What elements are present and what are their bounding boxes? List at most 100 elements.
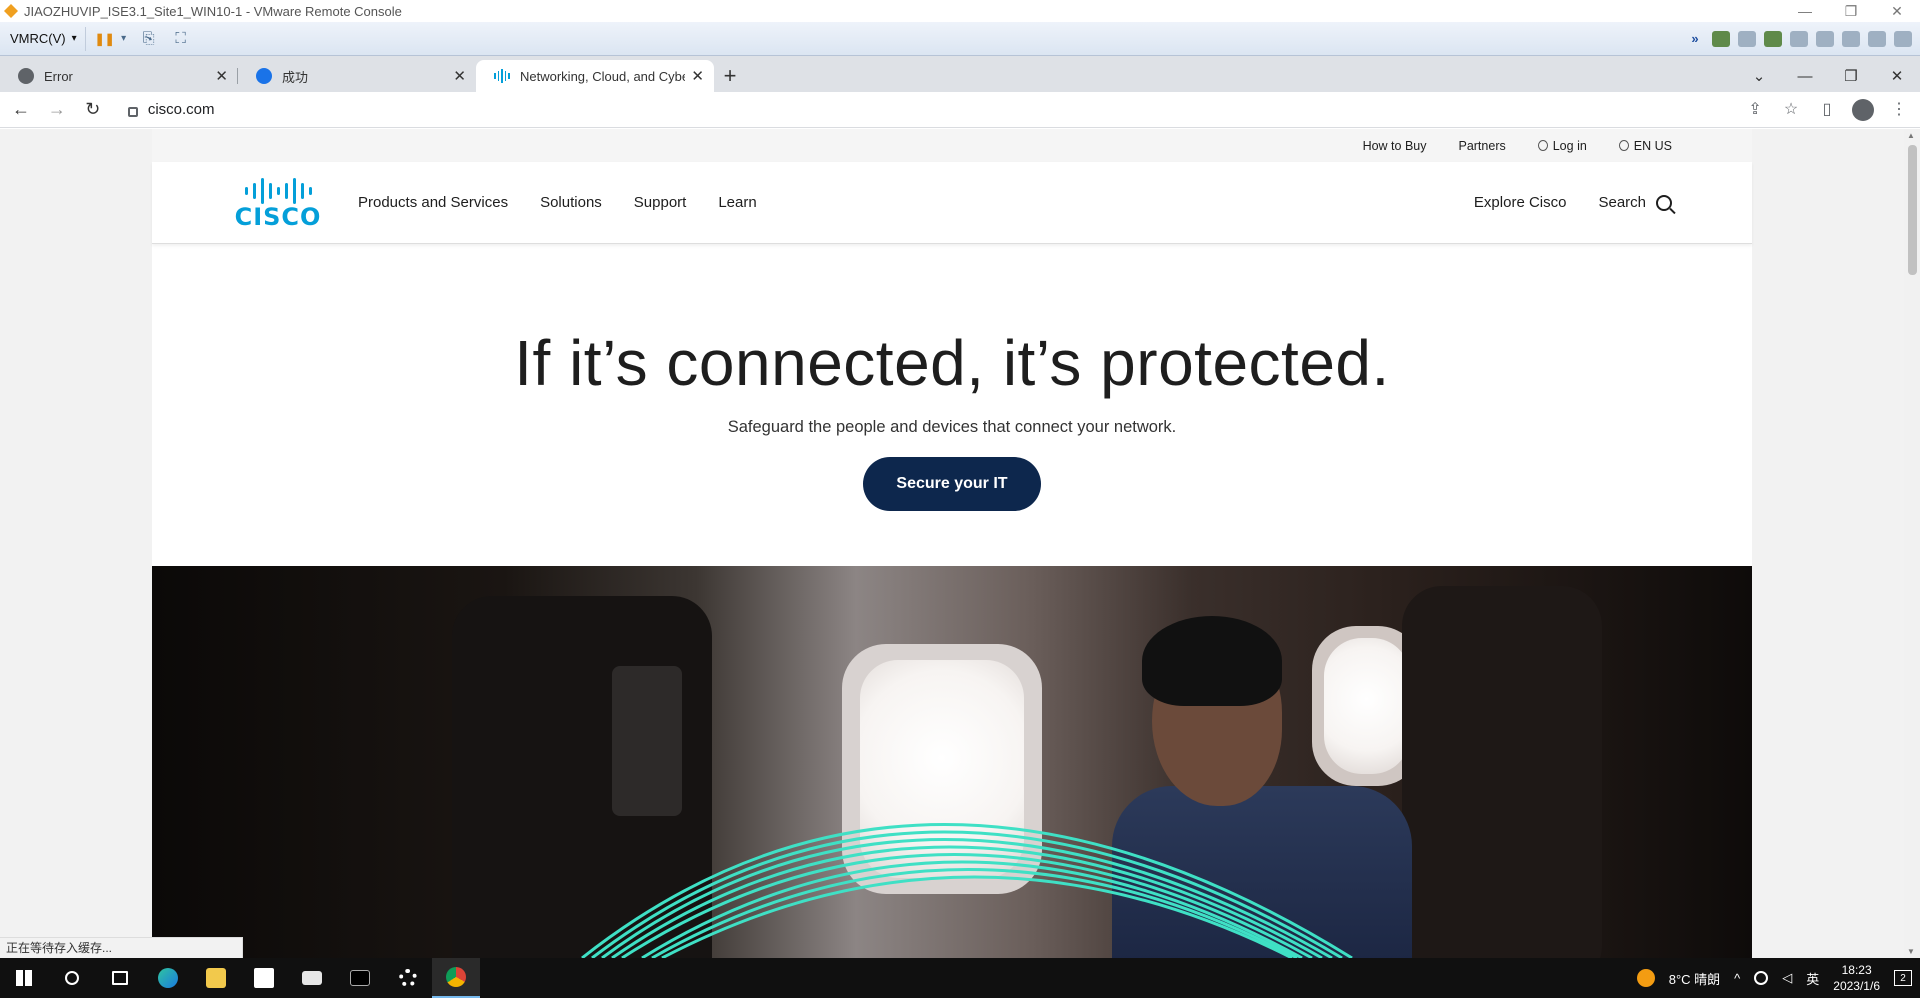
address-bar[interactable]: cisco.com xyxy=(117,95,1745,124)
chevron-down-icon: ▾ xyxy=(71,33,77,44)
task-view-icon xyxy=(112,971,128,985)
globe-icon xyxy=(256,68,272,84)
tab-error[interactable]: Error ✕ xyxy=(0,60,238,92)
search-button[interactable] xyxy=(48,958,96,998)
vmrc-menu-label: VMRC(V) xyxy=(10,31,66,46)
browser-window-controls: ⌄ — ❐ ✕ xyxy=(1736,60,1920,92)
window-minimize-button[interactable]: — xyxy=(1782,3,1828,20)
nav-learn[interactable]: Learn xyxy=(718,194,756,211)
close-icon[interactable]: ✕ xyxy=(215,67,228,85)
notification-center-icon[interactable]: 2 xyxy=(1894,970,1912,986)
taskbar-store[interactable] xyxy=(240,958,288,998)
tab-label: Error xyxy=(44,68,73,84)
hero-subheadline: Safeguard the people and devices that co… xyxy=(727,418,1177,436)
nav-products-and-services[interactable]: Products and Services xyxy=(358,194,508,211)
globe-icon xyxy=(1618,140,1629,151)
browser-restore-button[interactable]: ❐ xyxy=(1828,67,1874,85)
locale-selector[interactable]: EN US xyxy=(1618,138,1672,153)
cisco-page: How to Buy Partners Log in EN US CISCO P… xyxy=(152,129,1752,958)
taskbar-file-explorer[interactable] xyxy=(192,958,240,998)
taskbar-settings[interactable] xyxy=(384,958,432,998)
ime-indicator[interactable]: 英 xyxy=(1806,969,1819,988)
tray-overflow-icon[interactable]: ^ xyxy=(1734,971,1740,986)
window-restore-button[interactable]: ❐ xyxy=(1828,3,1874,20)
nav-support[interactable]: Support xyxy=(634,194,687,211)
teal-arc-graphic xyxy=(581,823,1353,958)
window-controls: — ❐ ✕ xyxy=(1782,3,1920,20)
forward-button[interactable]: → xyxy=(42,99,72,120)
network-adapter-icon-2[interactable] xyxy=(1764,30,1782,47)
browser-toolbar: ← → ↻ cisco.com ⇪ ☆ ▯ ⋮ xyxy=(0,92,1920,128)
network-adapter-icon[interactable] xyxy=(1738,30,1756,47)
taskbar-chrome[interactable] xyxy=(432,958,480,998)
weather-text[interactable]: 8°C 晴朗 xyxy=(1669,969,1720,988)
hero-section: If it’s connected, it’s protected. Safeg… xyxy=(152,244,1752,566)
reload-button[interactable]: ↻ xyxy=(78,99,108,120)
primary-nav-links: Products and Services Solutions Support … xyxy=(358,194,757,211)
side-panel-icon[interactable]: ▯ xyxy=(1816,99,1838,121)
nav-solutions[interactable]: Solutions xyxy=(540,194,602,211)
terminal-icon xyxy=(350,970,370,986)
pause-button[interactable]: ❚❚ xyxy=(92,28,118,50)
windows-taskbar: 8°C 晴朗 ^ ◁ 英 18:23 2023/1/6 2 xyxy=(0,958,1920,998)
scroll-thumb[interactable] xyxy=(1908,145,1917,275)
taskbar-terminal[interactable] xyxy=(336,958,384,998)
tab-label: 成功 xyxy=(282,69,309,85)
share-icon[interactable]: ⇪ xyxy=(1744,99,1766,121)
tab-cisco[interactable]: Networking, Cloud, and Cyber ✕ xyxy=(476,60,714,92)
send-ctrl-alt-del-button[interactable]: ⎘ xyxy=(136,28,162,50)
message-icon[interactable] xyxy=(1894,30,1912,47)
system-tray: 8°C 晴朗 ^ ◁ 英 18:23 2023/1/6 2 xyxy=(1636,962,1920,994)
taskbar-edge[interactable] xyxy=(144,958,192,998)
hero-headline: If it’s connected, it’s protected. xyxy=(514,327,1390,399)
usb-icon[interactable] xyxy=(1816,30,1834,47)
browser-status-bubble: 正在等待存入缓存... xyxy=(0,937,244,958)
taskbar-mail[interactable] xyxy=(288,958,336,998)
scroll-up-icon[interactable]: ▲ xyxy=(1907,131,1915,140)
scroll-down-icon[interactable]: ▼ xyxy=(1907,947,1915,956)
bookmark-star-icon[interactable]: ☆ xyxy=(1780,99,1802,121)
partners-link[interactable]: Partners xyxy=(1458,139,1505,153)
double-chevron-icon[interactable]: » xyxy=(1686,31,1704,47)
close-icon[interactable]: ✕ xyxy=(453,67,466,85)
menu-kebab-icon[interactable]: ⋮ xyxy=(1888,99,1910,121)
search-icon xyxy=(1656,194,1672,211)
vmrc-menu-button[interactable]: VMRC(V) ▾ xyxy=(0,26,86,51)
sound-icon[interactable] xyxy=(1790,30,1808,47)
close-icon[interactable]: ✕ xyxy=(691,67,704,85)
network-icon[interactable] xyxy=(1754,971,1769,985)
how-to-buy-link[interactable]: How to Buy xyxy=(1363,139,1427,153)
gear-icon xyxy=(399,969,417,987)
fullscreen-button[interactable]: ⛶ xyxy=(168,28,194,50)
explore-cisco-link[interactable]: Explore Cisco xyxy=(1474,194,1567,211)
page-scrollbar[interactable]: ▲ ▼ xyxy=(1904,129,1920,958)
clock-date: 2023/1/6 xyxy=(1833,979,1880,993)
search-button[interactable]: Search xyxy=(1598,194,1672,211)
back-button[interactable]: ← xyxy=(6,99,36,120)
locale-label: EN US xyxy=(1633,138,1672,153)
volume-icon[interactable]: ◁ xyxy=(1782,970,1792,986)
bluetooth-icon[interactable] xyxy=(1842,30,1860,47)
tab-success[interactable]: 成功 ✕ xyxy=(238,60,476,92)
url-text[interactable]: cisco.com xyxy=(148,101,215,118)
clock[interactable]: 18:23 2023/1/6 xyxy=(1833,962,1880,994)
secure-your-it-button[interactable]: Secure your IT xyxy=(863,457,1041,511)
browser-close-button[interactable]: ✕ xyxy=(1874,67,1920,85)
cisco-logo[interactable]: CISCO xyxy=(230,177,326,229)
profile-avatar[interactable] xyxy=(1852,98,1875,121)
new-tab-button[interactable]: + xyxy=(714,60,746,92)
browser-viewport: How to Buy Partners Log in EN US CISCO P… xyxy=(0,129,1920,958)
lock-icon[interactable] xyxy=(127,106,138,117)
hard-disk-icon[interactable] xyxy=(1712,30,1730,47)
window-close-button[interactable]: ✕ xyxy=(1874,3,1920,20)
mail-icon xyxy=(302,971,322,985)
webcam-icon[interactable] xyxy=(1868,30,1886,47)
nav-right: Explore Cisco Search xyxy=(1474,194,1672,211)
browser-minimize-button[interactable]: — xyxy=(1782,68,1828,85)
login-link[interactable]: Log in xyxy=(1537,139,1587,153)
tab-search-button[interactable]: ⌄ xyxy=(1736,67,1782,85)
start-button[interactable] xyxy=(0,958,48,998)
task-view-button[interactable] xyxy=(96,958,144,998)
weather-icon[interactable] xyxy=(1636,969,1655,987)
pause-dropdown-button[interactable]: ▾ xyxy=(118,28,130,50)
